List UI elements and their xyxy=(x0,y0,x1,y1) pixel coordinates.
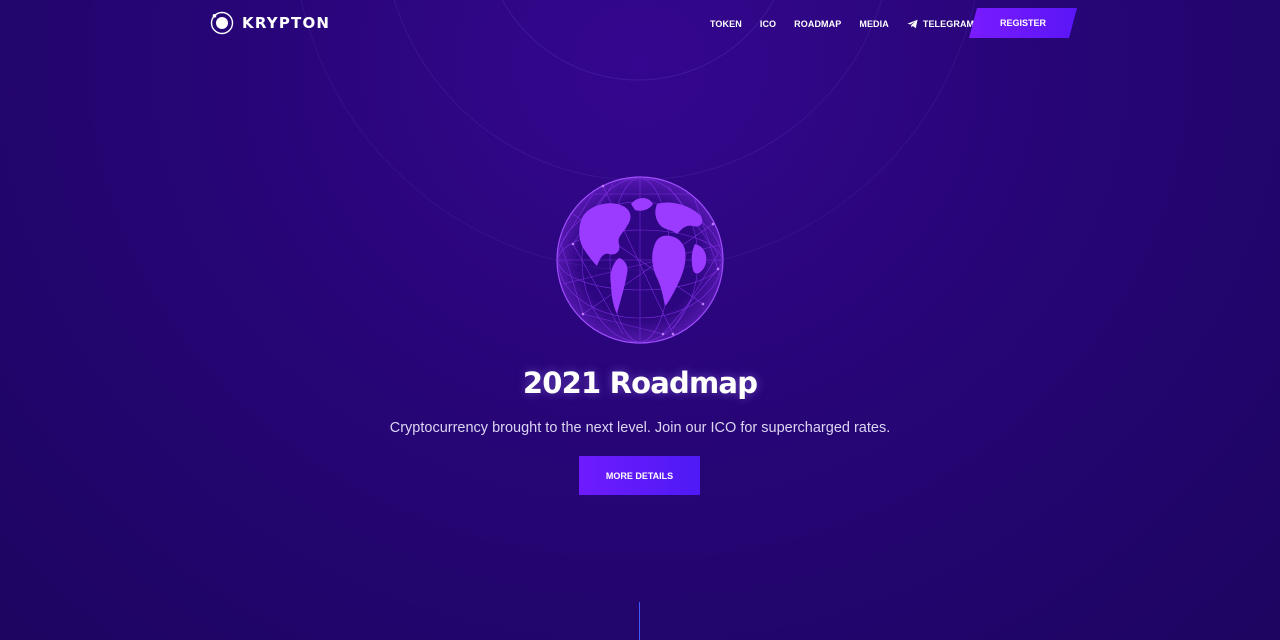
globe-network-icon xyxy=(556,176,724,344)
orbit-logo-icon xyxy=(210,11,234,35)
nav-link-ico[interactable]: ICO xyxy=(760,19,776,29)
brand-name: KRYPTON xyxy=(242,14,331,32)
more-details-button[interactable]: MORE DETAILS xyxy=(579,456,700,495)
brand-logo[interactable]: KRYPTON xyxy=(210,11,330,35)
register-button[interactable]: REGISTER xyxy=(969,8,1077,38)
main-nav: TOKEN ICO ROADMAP MEDIA TELEGRAM xyxy=(710,17,992,31)
nav-link-token[interactable]: TOKEN xyxy=(710,19,742,29)
scroll-indicator-line xyxy=(639,602,640,640)
nav-link-media[interactable]: MEDIA xyxy=(859,19,889,29)
telegram-icon xyxy=(907,19,918,29)
navbar: KRYPTON TOKEN ICO ROADMAP MEDIA TELEGRAM… xyxy=(0,0,1280,46)
hero-subtitle: Cryptocurrency brought to the next level… xyxy=(389,420,891,436)
hero-title: 2021 Roadmap xyxy=(522,366,758,400)
nav-link-roadmap[interactable]: ROADMAP xyxy=(794,19,841,29)
nav-link-telegram-label: TELEGRAM xyxy=(922,19,975,29)
nav-link-telegram[interactable]: TELEGRAM xyxy=(907,19,974,29)
